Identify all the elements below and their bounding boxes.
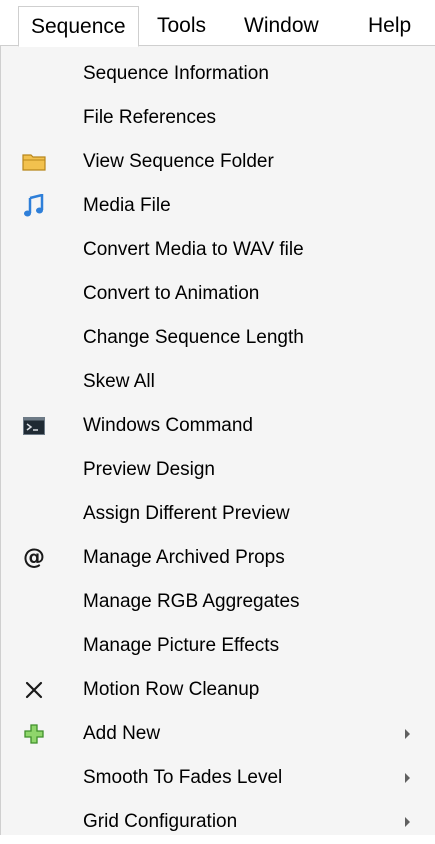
menu-item-label: Change Sequence Length xyxy=(83,327,304,348)
menu-item-windows-command[interactable]: Windows Command xyxy=(1,404,435,448)
menu-item-label: Manage Picture Effects xyxy=(83,635,280,656)
at-sign-icon: @ xyxy=(23,545,45,570)
menu-item-convert-to-animation[interactable]: Convert to Animation xyxy=(1,272,435,316)
menu-item-grid-configuration[interactable]: Grid Configuration xyxy=(1,800,435,844)
submenu-arrow-icon xyxy=(405,729,410,739)
submenu-arrow-icon xyxy=(405,817,410,827)
menu-item-assign-different-preview[interactable]: Assign Different Preview xyxy=(1,492,435,536)
menubar-tools[interactable]: Tools xyxy=(145,6,218,46)
music-note-icon xyxy=(21,193,47,219)
menu-item-label: Convert Media to WAV file xyxy=(83,239,304,260)
menu-item-label: Manage RGB Aggregates xyxy=(83,591,300,612)
menu-item-label: Motion Row Cleanup xyxy=(83,679,260,700)
green-plus-icon xyxy=(21,721,47,747)
x-mark-icon xyxy=(21,677,47,703)
menu-item-label: Preview Design xyxy=(83,459,215,480)
menu-item-manage-archived-props[interactable]: @ Manage Archived Props xyxy=(1,536,435,580)
menu-item-label: Skew All xyxy=(83,371,155,392)
menu-item-view-sequence-folder[interactable]: View Sequence Folder xyxy=(1,140,435,184)
menu-item-label: Windows Command xyxy=(83,415,253,436)
menu-bar: Sequence Tools Window Help xyxy=(0,0,435,47)
menu-item-label: Grid Configuration xyxy=(83,811,238,832)
menu-item-manage-rgb-aggregates[interactable]: Manage RGB Aggregates xyxy=(1,580,435,624)
menubar-sequence[interactable]: Sequence xyxy=(18,6,139,47)
menu-item-media-file[interactable]: Media File xyxy=(1,184,435,228)
menu-item-skew-all[interactable]: Skew All xyxy=(1,360,435,404)
menu-item-convert-media-to-wav[interactable]: Convert Media to WAV file xyxy=(1,228,435,272)
menu-item-label: Smooth To Fades Level xyxy=(83,767,283,788)
menu-item-preview-design[interactable]: Preview Design xyxy=(1,448,435,492)
menu-item-smooth-to-fades-level[interactable]: Smooth To Fades Level xyxy=(1,756,435,800)
menu-item-label: Assign Different Preview xyxy=(83,503,290,524)
menu-item-label: View Sequence Folder xyxy=(83,151,274,172)
command-prompt-icon xyxy=(21,413,47,439)
menu-item-label: Sequence Information xyxy=(83,63,269,84)
folder-icon xyxy=(21,149,47,175)
sequence-dropdown-menu: Sequence Information File References Vie… xyxy=(0,46,435,835)
menu-item-add-new[interactable]: Add New xyxy=(1,712,435,756)
menu-item-motion-row-cleanup[interactable]: Motion Row Cleanup xyxy=(1,668,435,712)
menu-item-label: Media File xyxy=(83,195,171,216)
submenu-arrow-icon xyxy=(405,773,410,783)
menu-item-label: Add New xyxy=(83,723,161,744)
menu-item-label: File References xyxy=(83,107,217,128)
menu-item-manage-picture-effects[interactable]: Manage Picture Effects xyxy=(1,624,435,668)
menu-item-label: Convert to Animation xyxy=(83,283,260,304)
menu-item-sequence-information[interactable]: Sequence Information xyxy=(1,52,435,96)
menu-item-change-sequence-length[interactable]: Change Sequence Length xyxy=(1,316,435,360)
menubar-help[interactable]: Help xyxy=(356,6,423,46)
menu-item-file-references[interactable]: File References xyxy=(1,96,435,140)
menu-item-label: Manage Archived Props xyxy=(83,547,285,568)
menubar-window[interactable]: Window xyxy=(232,6,331,46)
